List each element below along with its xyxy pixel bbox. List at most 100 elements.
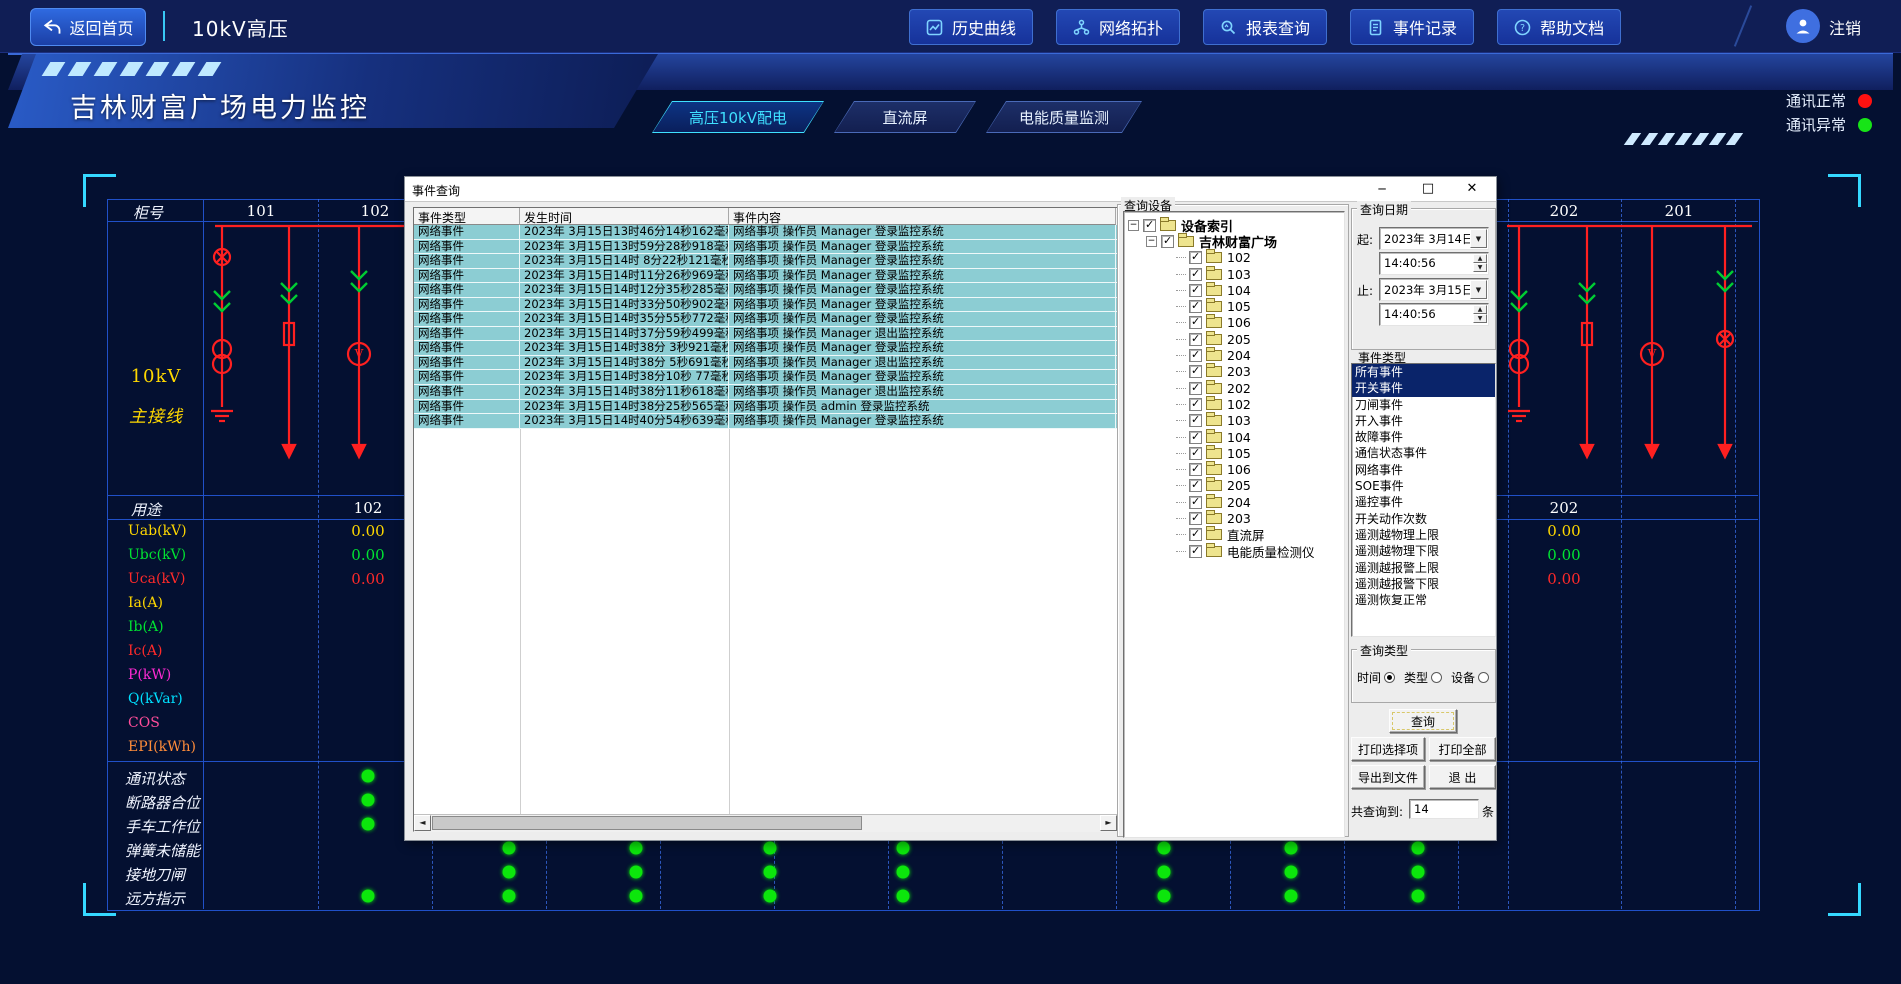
close-icon[interactable]: ✕ [1461,179,1483,199]
table-row[interactable]: 网络事件2023年 3月15日14时33分50秒902毫秒网络事项 操作员 Ma… [414,298,1117,313]
table-row[interactable]: 网络事件2023年 3月15日14时12分35秒285毫秒网络事项 操作员 Ma… [414,283,1117,298]
tree-expander-icon[interactable]: − [1128,220,1139,231]
checkbox-checked-icon[interactable] [1189,528,1202,541]
tree-item-103[interactable]: 103 [1124,413,1344,429]
checkbox-checked-icon[interactable] [1189,365,1202,378]
table-row[interactable]: 网络事件2023年 3月15日14时35分55秒772毫秒网络事项 操作员 Ma… [414,312,1117,327]
tree-item-204[interactable]: 204 [1124,347,1344,363]
maximize-icon[interactable]: □ [1417,179,1439,199]
scroll-right-icon[interactable]: ► [1100,815,1117,831]
tree-item-202[interactable]: 202 [1124,380,1344,396]
tree-item-电能质量检测仪[interactable]: 电能质量检测仪 [1124,543,1344,559]
checkbox-checked-icon[interactable] [1189,463,1202,476]
event-type-item-遥控事件[interactable]: 遥控事件 [1352,494,1495,510]
tree-item-205[interactable]: 205 [1124,478,1344,494]
event-type-item-故障事件[interactable]: 故障事件 [1352,429,1495,445]
checkbox-checked-icon[interactable] [1189,349,1202,362]
tree-item-106[interactable]: 106 [1124,315,1344,331]
date-to-picker[interactable]: 2023年 3月15日 ▼ [1379,278,1489,301]
logout-button[interactable]: 注销 [1829,15,1861,39]
back-home-button[interactable]: 返回首页 [30,8,146,46]
checkbox-checked-icon[interactable] [1189,414,1202,427]
checkbox-checked-icon[interactable] [1189,251,1202,264]
table-row[interactable]: 网络事件2023年 3月15日14时40分54秒639毫秒网络事项 操作员 Ma… [414,414,1117,429]
event-type-item-开关事件[interactable]: 开关事件 [1352,380,1495,396]
tree-item-105[interactable]: 105 [1124,445,1344,461]
checkbox-checked-icon[interactable] [1189,316,1202,329]
radio-selected-icon[interactable] [1384,672,1395,683]
tree-item-203[interactable]: 203 [1124,364,1344,380]
table-row[interactable]: 网络事件2023年 3月15日14时37分59秒499毫秒网络事项 操作员 Ma… [414,327,1117,342]
event-type-item-遥测越物理上限[interactable]: 遥测越物理上限 [1352,527,1495,543]
time-from-spinner[interactable]: 14:40:56 ▲ ▼ [1379,252,1489,275]
checkbox-checked-icon[interactable] [1143,219,1156,232]
checkbox-checked-icon[interactable] [1189,268,1202,281]
result-count-field[interactable]: 14 [1409,799,1479,819]
event-type-item-所有事件[interactable]: 所有事件 [1352,364,1495,380]
horizontal-scrollbar[interactable]: ◄ ► [414,814,1117,832]
spin-down-icon[interactable]: ▼ [1473,314,1487,323]
table-row[interactable]: 网络事件2023年 3月15日14时 8分22秒121毫秒网络事项 操作员 Ma… [414,254,1117,269]
spin-up-icon[interactable]: ▲ [1473,254,1487,263]
tree-item-104[interactable]: 104 [1124,282,1344,298]
tree-item-204[interactable]: 204 [1124,494,1344,510]
date-from-picker[interactable]: 2023年 3月14日 ▼ [1379,227,1489,250]
nav-button-事件记录[interactable]: 事件记录 [1350,9,1474,45]
nav-button-报表查询[interactable]: 报表查询 [1203,9,1327,45]
table-row[interactable]: 网络事件2023年 3月15日14时11分26秒969毫秒网络事项 操作员 Ma… [414,269,1117,284]
chevron-down-icon[interactable]: ▼ [1470,280,1487,299]
checkbox-checked-icon[interactable] [1189,333,1202,346]
radio-icon[interactable] [1478,672,1489,683]
event-type-item-网络事件[interactable]: 网络事件 [1352,462,1495,478]
tab-直流屏[interactable]: 直流屏 [834,101,976,133]
event-type-item-开关动作次数[interactable]: 开关动作次数 [1352,511,1495,527]
table-row[interactable]: 网络事件2023年 3月15日14时38分 3秒921毫秒网络事项 操作员 Ma… [414,341,1117,356]
table-row[interactable]: 网络事件2023年 3月15日14时38分10秒 77毫秒网络事项 操作员 Ma… [414,370,1117,385]
query-type-option-类型[interactable]: 类型 [1404,669,1442,686]
exit-button[interactable]: 退 出 [1429,765,1496,789]
checkbox-checked-icon[interactable] [1189,431,1202,444]
event-type-item-刀闸事件[interactable]: 刀闸事件 [1352,397,1495,413]
print-selected-button[interactable]: 打印选择项 [1351,737,1425,761]
table-row[interactable]: 网络事件2023年 3月15日14时38分11秒618毫秒网络事项 操作员 Ma… [414,385,1117,400]
nav-button-历史曲线[interactable]: 历史曲线 [909,9,1033,45]
event-type-item-遥测越报警上限[interactable]: 遥测越报警上限 [1352,560,1495,576]
column-header-事件类型[interactable]: 事件类型 [414,208,520,225]
checkbox-checked-icon[interactable] [1189,300,1202,313]
tree-item-106[interactable]: 106 [1124,461,1344,477]
time-to-spinner[interactable]: 14:40:56 ▲ ▼ [1379,303,1489,326]
user-avatar[interactable] [1786,9,1820,43]
tree-item-205[interactable]: 205 [1124,331,1344,347]
scrollbar-thumb[interactable] [432,816,862,830]
tab-高压10kV配电[interactable]: 高压10kV配电 [652,101,824,133]
checkbox-checked-icon[interactable] [1189,479,1202,492]
checkbox-checked-icon[interactable] [1189,512,1202,525]
tree-item-104[interactable]: 104 [1124,429,1344,445]
nav-button-帮助文档[interactable]: ?帮助文档 [1497,9,1621,45]
tree-item-直流屏[interactable]: 直流屏 [1124,527,1344,543]
query-type-option-时间[interactable]: 时间 [1357,669,1395,686]
tree-item-102[interactable]: 102 [1124,396,1344,412]
event-type-item-通信状态事件[interactable]: 通信状态事件 [1352,445,1495,461]
minimize-icon[interactable]: ─ [1371,179,1393,199]
event-type-item-遥测越报警下限[interactable]: 遥测越报警下限 [1352,576,1495,592]
checkbox-checked-icon[interactable] [1161,235,1174,248]
column-header-发生时间[interactable]: 发生时间 [520,208,729,225]
checkbox-checked-icon[interactable] [1189,545,1202,558]
checkbox-checked-icon[interactable] [1189,382,1202,395]
tree-item-102[interactable]: 102 [1124,250,1344,266]
tab-电能质量监测[interactable]: 电能质量监测 [986,101,1142,133]
nav-button-网络拓扑[interactable]: 网络拓扑 [1056,9,1180,45]
export-file-button[interactable]: 导出到文件 [1351,765,1425,789]
table-row[interactable]: 网络事件2023年 3月15日14时38分 5秒691毫秒网络事项 操作员 Ma… [414,356,1117,371]
tree-item-105[interactable]: 105 [1124,298,1344,314]
checkbox-checked-icon[interactable] [1189,447,1202,460]
scroll-left-icon[interactable]: ◄ [414,815,431,831]
radio-icon[interactable] [1431,672,1442,683]
spin-down-icon[interactable]: ▼ [1473,263,1487,272]
dialog-titlebar[interactable]: 事件查询 ─ □ ✕ [405,177,1496,202]
checkbox-checked-icon[interactable] [1189,284,1202,297]
query-type-option-设备[interactable]: 设备 [1451,669,1489,686]
table-row[interactable]: 网络事件2023年 3月15日13时46分14秒162毫秒网络事项 操作员 Ma… [414,225,1117,240]
print-all-button[interactable]: 打印全部 [1429,737,1496,761]
